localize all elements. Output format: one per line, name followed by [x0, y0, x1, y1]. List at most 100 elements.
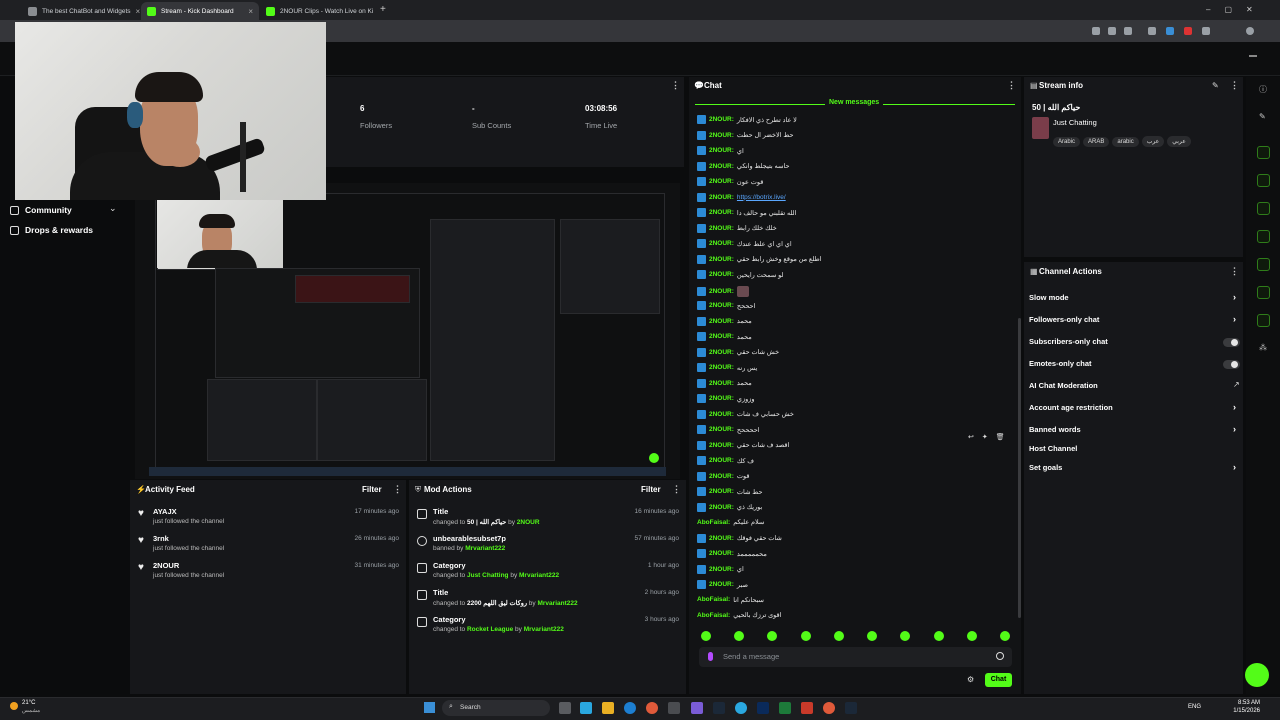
- language-indicator[interactable]: ENG: [1188, 704, 1201, 710]
- new-tab-button[interactable]: +: [380, 4, 386, 15]
- photoshop-icon[interactable]: [757, 702, 769, 714]
- set-goals-item[interactable]: Set goals: [1029, 463, 1062, 472]
- emote-icon[interactable]: [801, 631, 811, 641]
- activity-user[interactable]: 2NOUR: [153, 561, 224, 570]
- chat-username[interactable]: 2NOUR:: [709, 288, 734, 295]
- lightning-icon[interactable]: [1257, 174, 1270, 187]
- chat-username[interactable]: 2NOUR:: [709, 209, 734, 216]
- chat-message[interactable]: 2NOUR: محمد: [697, 316, 752, 326]
- tag[interactable]: ARAB: [1083, 137, 1110, 147]
- tag[interactable]: Arabic: [1053, 137, 1081, 147]
- excel-icon[interactable]: [779, 702, 791, 714]
- edit-icon[interactable]: ✎: [1212, 81, 1219, 90]
- windows-start-icon[interactable]: [424, 702, 435, 713]
- wrench-icon[interactable]: [1257, 314, 1270, 327]
- apps-icon[interactable]: ⁂: [1259, 343, 1267, 352]
- message-action-icons[interactable]: ↩✦🗑: [968, 433, 1013, 441]
- chat-username[interactable]: 2NOUR:: [709, 132, 734, 139]
- extension-icon[interactable]: [1148, 27, 1156, 35]
- chat-username[interactable]: 2NOUR:: [709, 395, 734, 402]
- chat-message[interactable]: 2NOUR: https://botrix.live/: [697, 192, 786, 202]
- chat-message[interactable]: AboFaisal: سلام عليكم: [697, 518, 764, 527]
- chevron-right-icon[interactable]: ›: [1233, 424, 1236, 434]
- chat-message[interactable]: 2NOUR: اححححح: [697, 425, 760, 434]
- telegram-icon[interactable]: [735, 702, 747, 714]
- emote-icon[interactable]: [734, 631, 744, 641]
- chat-message[interactable]: 2NOUR: ف كك: [697, 456, 754, 465]
- chat-username[interactable]: 2NOUR:: [709, 271, 734, 278]
- chat-message[interactable]: 2NOUR: محمد: [697, 378, 752, 388]
- chat-username[interactable]: 2NOUR:: [709, 535, 734, 542]
- chevron-down-icon[interactable]: ⌄: [109, 203, 117, 214]
- chrome-icon[interactable]: [646, 702, 658, 714]
- document-icon[interactable]: [1257, 202, 1270, 215]
- browser-tab-1[interactable]: The best ChatBot and Widgets ×: [22, 2, 140, 20]
- emote-icon[interactable]: [834, 631, 844, 641]
- subscribers-only-toggle[interactable]: [1223, 338, 1240, 347]
- chat-username[interactable]: 2NOUR:: [709, 178, 734, 185]
- weather-temp[interactable]: 21°C: [22, 700, 35, 706]
- record-icon[interactable]: [1184, 27, 1192, 35]
- chat-username[interactable]: 2NOUR:: [709, 364, 734, 371]
- chat-username[interactable]: 2NOUR:: [709, 147, 734, 154]
- chat-username[interactable]: 2NOUR:: [709, 333, 734, 340]
- extension-icon[interactable]: [1108, 27, 1116, 35]
- chat-username[interactable]: 2NOUR:: [709, 302, 734, 309]
- account-age-item[interactable]: Account age restriction: [1029, 403, 1113, 412]
- external-link-icon[interactable]: ↗: [1233, 380, 1240, 389]
- chat-message[interactable]: 2NOUR: خلك خلك رابط: [697, 223, 777, 233]
- close-icon[interactable]: ×: [136, 7, 140, 16]
- chat-username[interactable]: 2NOUR:: [709, 256, 734, 263]
- chat-username[interactable]: 2NOUR:: [709, 566, 734, 573]
- taskbar-app-icon[interactable]: [668, 702, 680, 714]
- chat-message[interactable]: 2NOUR: خش حسابي ف شات: [697, 409, 794, 419]
- chat-message[interactable]: 2NOUR: بوريك ذي: [697, 502, 762, 512]
- pencil-icon[interactable]: ✎: [1259, 112, 1266, 121]
- activity-filter-button[interactable]: Filter: [362, 485, 382, 494]
- chat-username[interactable]: 2NOUR:: [709, 426, 734, 433]
- chat-username[interactable]: 2NOUR:: [709, 488, 734, 495]
- ai-moderation-item[interactable]: AI Chat Moderation: [1029, 381, 1098, 390]
- more-options-icon[interactable]: ⋮: [1007, 80, 1016, 91]
- chat-message[interactable]: 2NOUR: صبر: [697, 580, 748, 589]
- chat-scrollbar[interactable]: [1018, 318, 1021, 618]
- chat-message[interactable]: 2NOUR: اقصد ف شات حقي: [697, 440, 789, 450]
- chevron-right-icon[interactable]: ›: [1233, 314, 1236, 324]
- chat-username[interactable]: 2NOUR:: [709, 116, 734, 123]
- extensions-icon[interactable]: [1202, 27, 1210, 35]
- tag[interactable]: عرب: [1141, 136, 1165, 147]
- chat-username[interactable]: 2NOUR:: [709, 318, 734, 325]
- mod-filter-button[interactable]: Filter: [641, 485, 661, 494]
- host-channel-item[interactable]: Host Channel: [1029, 444, 1077, 453]
- activity-user[interactable]: 3rnk: [153, 534, 224, 543]
- chat-username[interactable]: 2NOUR:: [709, 349, 734, 356]
- chat-message[interactable]: AboFaisal: اقوى ترزك بالحيي: [697, 611, 781, 620]
- chat-message[interactable]: 2NOUR: قوت عون: [697, 177, 763, 186]
- clock-time[interactable]: 8:53 AM: [1220, 700, 1260, 706]
- more-options-icon[interactable]: ⋮: [393, 484, 402, 495]
- mod-action-user[interactable]: Mrvariant222: [537, 600, 577, 607]
- chat-username[interactable]: AboFaisal:: [697, 596, 730, 603]
- menu-icon[interactable]: [1249, 55, 1257, 57]
- chat-message[interactable]: 2NOUR: احححح: [697, 301, 755, 310]
- emote-icon[interactable]: [967, 631, 977, 641]
- chat-username[interactable]: 2NOUR:: [709, 411, 734, 418]
- chat-bubble-icon[interactable]: [1257, 230, 1270, 243]
- chat-username[interactable]: AboFaisal:: [697, 612, 730, 619]
- mod-action-user[interactable]: Mrvariant222: [524, 626, 564, 633]
- steam-icon[interactable]: [713, 702, 725, 714]
- close-icon[interactable]: ×: [248, 7, 253, 16]
- profile-icon[interactable]: [1246, 27, 1254, 35]
- extension-icon[interactable]: [1166, 27, 1174, 35]
- emote-icon[interactable]: [934, 631, 944, 641]
- emotes-only-toggle[interactable]: [1223, 360, 1240, 369]
- chat-username[interactable]: 2NOUR:: [709, 473, 734, 480]
- emote-icon[interactable]: [867, 631, 877, 641]
- browser-tab-2[interactable]: Stream - Kick Dashboard ×: [141, 2, 259, 20]
- chevron-right-icon[interactable]: ›: [1233, 462, 1236, 472]
- slow-mode-item[interactable]: Slow mode: [1029, 293, 1069, 302]
- emote-icon[interactable]: [900, 631, 910, 641]
- chat-username[interactable]: 2NOUR:: [709, 380, 734, 387]
- window-controls[interactable]: –▢✕: [1206, 5, 1267, 14]
- chat-message[interactable]: 2NOUR: حاسه بتيجلط وانكي: [697, 161, 789, 171]
